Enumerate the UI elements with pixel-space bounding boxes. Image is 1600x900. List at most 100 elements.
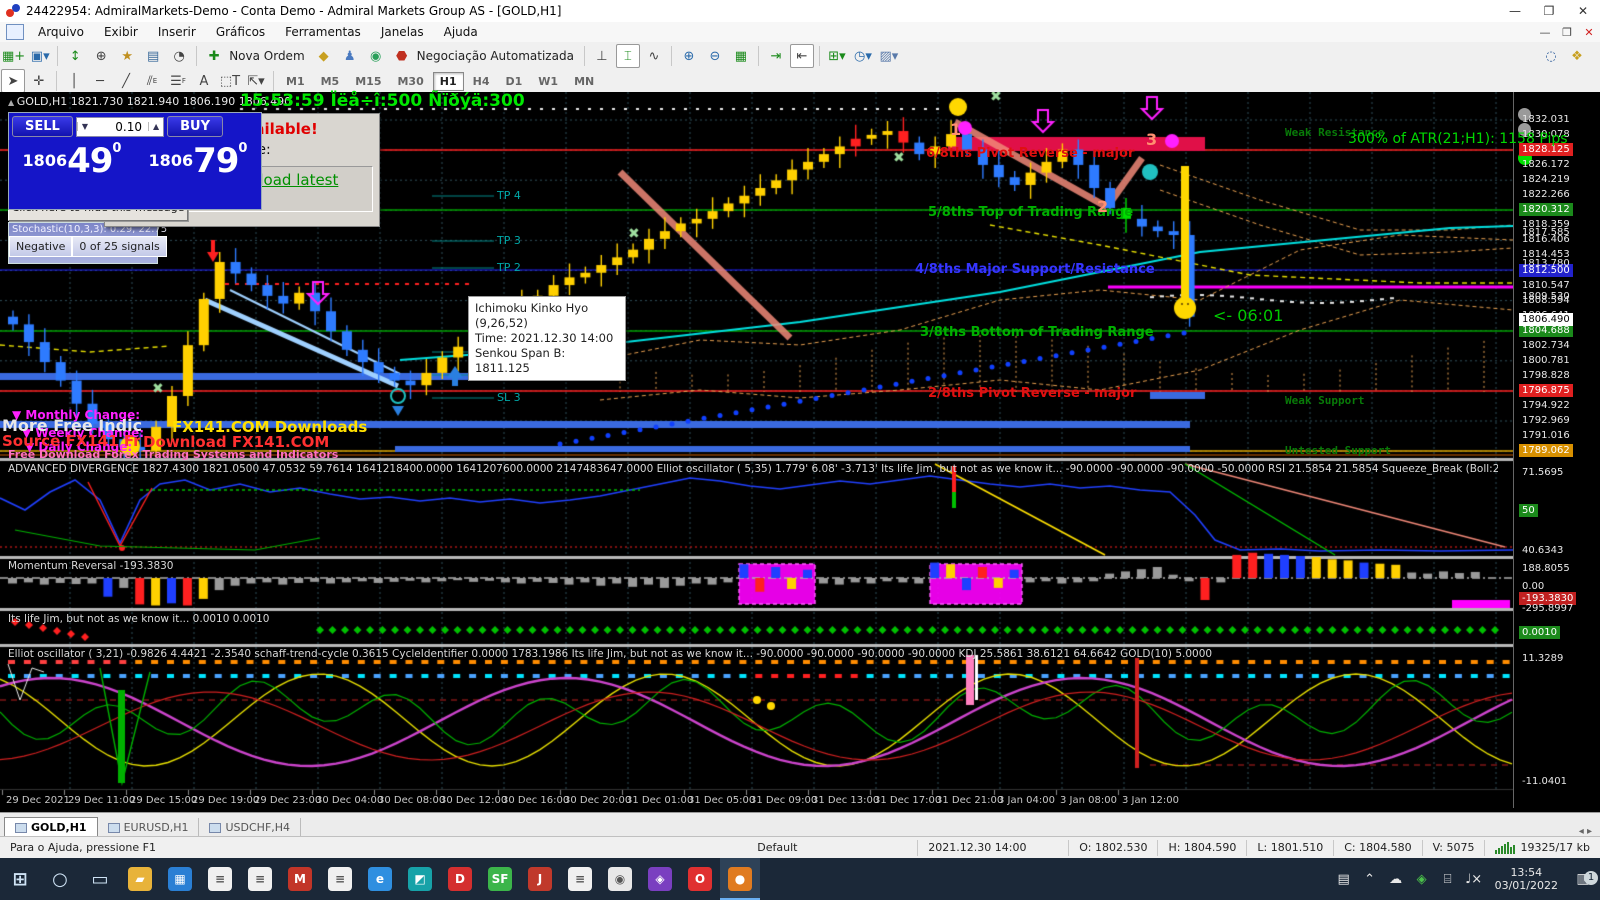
file-explorer-icon[interactable]: ▰ xyxy=(120,858,160,900)
document-icon[interactable]: ≡ xyxy=(240,858,280,900)
zoom-in-button[interactable]: ⊕ xyxy=(677,44,701,68)
menu-exibir[interactable]: Exibir xyxy=(94,23,148,41)
edge-browser-icon[interactable]: e xyxy=(360,858,400,900)
search-icon[interactable]: ○ xyxy=(40,858,80,900)
status-bar-time: 2021.12.30 14:00 xyxy=(918,840,1069,856)
teal-app-icon[interactable]: ◩ xyxy=(400,858,440,900)
firefox-icon[interactable]: ◈ xyxy=(640,858,680,900)
maximize-button[interactable]: ❐ xyxy=(1532,4,1566,18)
zoom-out-button[interactable]: ⊖ xyxy=(703,44,727,68)
templates-button[interactable]: ▨▾ xyxy=(877,44,901,68)
news-tray-icon[interactable]: ▤ xyxy=(1331,872,1357,887)
document-3-icon[interactable]: ≡ xyxy=(560,858,600,900)
volume-value[interactable]: 0.10 xyxy=(92,118,148,136)
sf-app-icon[interactable]: SF xyxy=(480,858,520,900)
menu-ferramentas[interactable]: Ferramentas xyxy=(275,23,371,41)
status-profile[interactable]: Default xyxy=(747,840,918,856)
chat-icon[interactable]: ❖ xyxy=(1565,44,1589,68)
start-icon[interactable]: ⊞ xyxy=(0,858,40,900)
depth-of-market-icon[interactable]: ♟ xyxy=(338,44,362,68)
mdi-restore-button[interactable]: ❐ xyxy=(1556,26,1578,39)
vertical-line-tool[interactable]: │ xyxy=(62,69,86,93)
navigator-button[interactable]: ★ xyxy=(115,44,139,68)
menu-ajuda[interactable]: Ajuda xyxy=(434,23,488,41)
volume-down-icon[interactable]: ▼ xyxy=(77,122,92,131)
tile-windows-button[interactable]: ▦ xyxy=(729,44,753,68)
new-chart-button[interactable]: ▦+ xyxy=(1,44,26,68)
menu-janelas[interactable]: Janelas xyxy=(371,23,434,41)
search-icon[interactable]: ◌ xyxy=(1539,44,1563,68)
chart-shift-button[interactable]: ⇤ xyxy=(790,44,814,68)
toolbox-button[interactable]: ▤ xyxy=(141,44,165,68)
chart-profiles-button[interactable]: ▣▾ xyxy=(28,44,52,68)
equidistant-channel-tool[interactable]: ⫽E xyxy=(140,69,164,93)
buy-button[interactable]: BUY xyxy=(167,116,223,137)
timeframe-M1[interactable]: M1 xyxy=(279,72,312,91)
auto-scroll-button[interactable]: ⇥ xyxy=(764,44,788,68)
trendline-tool[interactable]: ╱ xyxy=(114,69,138,93)
metaeditor-icon[interactable]: ◆ xyxy=(312,44,336,68)
defender-icon[interactable]: ◈ xyxy=(1409,872,1435,887)
algo-trading-icon[interactable]: ⬣ xyxy=(390,44,414,68)
metatrader-icon[interactable]: M xyxy=(280,858,320,900)
task-view-icon[interactable]: ▭ xyxy=(80,858,120,900)
opera-icon[interactable]: O xyxy=(680,858,720,900)
timeframe-M5[interactable]: M5 xyxy=(314,72,347,91)
market-watch-button[interactable]: ↕ xyxy=(63,44,87,68)
crosshair-tool[interactable]: ✛ xyxy=(27,69,51,93)
timeframe-W1[interactable]: W1 xyxy=(531,72,565,91)
chart-tab-goldh1[interactable]: GOLD,H1 xyxy=(4,817,98,837)
new-order-icon[interactable]: ✚ xyxy=(202,44,226,68)
d-app-icon[interactable]: D xyxy=(440,858,480,900)
algo-trading-button[interactable]: Negociação Automatizada xyxy=(417,49,574,63)
indicators-button[interactable]: ⊞▾ xyxy=(825,44,849,68)
sell-button[interactable]: SELL xyxy=(12,116,73,137)
signals-icon[interactable]: ◉ xyxy=(364,44,388,68)
periods-button[interactable]: ◷▾ xyxy=(851,44,875,68)
horizontal-line-tool[interactable]: ─ xyxy=(88,69,112,93)
new-order-button[interactable]: Nova Ordem xyxy=(229,49,304,63)
menu-inserir[interactable]: Inserir xyxy=(148,23,206,41)
chart-label-p38: 3/8ths Bottom of Trading Range xyxy=(920,325,1154,340)
ask-price[interactable]: 1806790 xyxy=(135,139,261,183)
network-icon[interactable]: ⌸ xyxy=(1435,872,1461,887)
taskbar-clock[interactable]: 13:5403/01/2022 xyxy=(1495,866,1558,892)
label-tool[interactable]: ⬚T xyxy=(218,69,242,93)
bar-chart-button[interactable]: ⊥ xyxy=(590,44,614,68)
active-app-icon[interactable]: ● xyxy=(720,858,760,900)
timeframe-M30[interactable]: M30 xyxy=(390,72,430,91)
timeframe-D1[interactable]: D1 xyxy=(499,72,530,91)
line-chart-button[interactable]: ∿ xyxy=(642,44,666,68)
j-app-icon[interactable]: J xyxy=(520,858,560,900)
chrome-icon[interactable]: ◉ xyxy=(600,858,640,900)
strategy-tester-button[interactable]: ◔ xyxy=(167,44,191,68)
document-2-icon[interactable]: ≡ xyxy=(320,858,360,900)
menu-gráficos[interactable]: Gráficos xyxy=(206,23,275,41)
timeframe-M15[interactable]: M15 xyxy=(348,72,388,91)
arrows-tool[interactable]: ⇱▾ xyxy=(244,69,268,93)
volume-stepper[interactable]: ▼ 0.10 ▲ xyxy=(76,117,164,137)
minimize-button[interactable]: — xyxy=(1498,4,1532,18)
data-window-button[interactable]: ⊕ xyxy=(89,44,113,68)
volume-muted-icon[interactable]: ♩× xyxy=(1461,872,1487,887)
text-tool[interactable]: A xyxy=(192,69,216,93)
chart-tab-usdchfh4[interactable]: USDCHF,H4 xyxy=(199,818,301,837)
chart-tab-eurusdh1[interactable]: EURUSD,H1 xyxy=(98,818,200,837)
notepad-icon[interactable]: ≡ xyxy=(200,858,240,900)
menu-arquivo[interactable]: Arquivo xyxy=(28,23,94,41)
mdi-close-button[interactable]: ✕ xyxy=(1578,26,1600,39)
store-icon[interactable]: ▦ xyxy=(160,858,200,900)
timeframe-H1[interactable]: H1 xyxy=(433,72,464,91)
notification-center-icon[interactable]: ▥1 xyxy=(1566,871,1600,887)
timeframe-MN[interactable]: MN xyxy=(567,72,601,91)
chevron-up-icon[interactable]: ⌃ xyxy=(1357,872,1383,887)
candlestick-chart-button[interactable]: ⌶ xyxy=(616,44,640,68)
onedrive-icon[interactable]: ☁ xyxy=(1383,872,1409,887)
volume-up-icon[interactable]: ▲ xyxy=(148,122,163,131)
cursor-tool[interactable]: ➤ xyxy=(1,69,25,93)
timeframe-H4[interactable]: H4 xyxy=(466,72,497,91)
bid-price[interactable]: 1806490 xyxy=(9,139,135,183)
mdi-minimize-button[interactable]: — xyxy=(1534,26,1556,39)
fibonacci-tool[interactable]: ☰F xyxy=(166,69,190,93)
close-button[interactable]: ✕ xyxy=(1566,4,1600,18)
